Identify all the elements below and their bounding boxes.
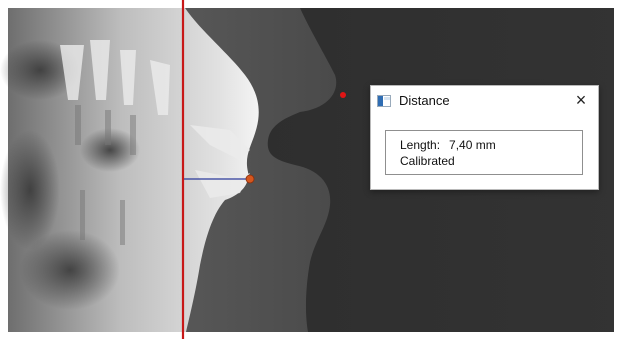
app-window-icon (377, 94, 391, 107)
marker-point[interactable] (340, 92, 346, 98)
dialog-title: Distance (399, 93, 450, 108)
length-label: Length: (400, 138, 441, 152)
distance-dialog[interactable]: Distance × Length: 7,40 mm Calibrated (370, 85, 599, 190)
length-row: Length: 7,40 mm (400, 138, 496, 152)
dialog-titlebar[interactable]: Distance × (371, 86, 598, 116)
measure-endpoint-handle[interactable] (245, 174, 255, 184)
calibration-status: Calibrated (400, 154, 455, 168)
close-button[interactable]: × (564, 86, 598, 116)
length-value: 7,40 mm (449, 138, 496, 152)
close-icon: × (575, 90, 587, 110)
measurement-info-box: Length: 7,40 mm Calibrated (385, 130, 583, 175)
